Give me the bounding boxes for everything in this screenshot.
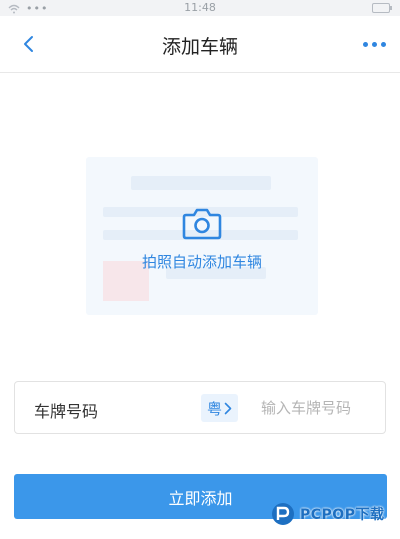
- more-dot: [380, 41, 386, 47]
- placeholder-line: [131, 176, 271, 190]
- page-title: 添加车辆: [161, 36, 238, 58]
- status-time: 11:48: [184, 1, 216, 14]
- camera-icon: [182, 208, 222, 240]
- plate-number-field: 车牌号码 粤: [14, 381, 386, 434]
- pcpop-logo-icon: [272, 503, 294, 525]
- battery-icon: [372, 3, 392, 13]
- province-selector[interactable]: 粤: [201, 394, 239, 422]
- plate-number-label: 车牌号码: [34, 402, 99, 421]
- add-vehicle-button-label: 立即添加: [168, 488, 233, 508]
- photo-capture-card[interactable]: 拍照自动添加车辆: [86, 157, 318, 315]
- more-button[interactable]: [358, 28, 390, 60]
- watermark: PCPOP下载: [270, 494, 384, 534]
- nav-bar: 添加车辆: [0, 16, 400, 73]
- status-bar: ••• 11:48: [0, 0, 400, 16]
- chevron-right-icon: [224, 402, 232, 414]
- plate-number-input[interactable]: [261, 394, 379, 422]
- province-value: 粤: [207, 399, 223, 418]
- photo-capture-label: 拍照自动添加车辆: [141, 253, 262, 271]
- more-dot: [371, 41, 377, 47]
- watermark-text: PCPOP下载: [300, 507, 385, 523]
- more-dots-icon: [362, 41, 368, 47]
